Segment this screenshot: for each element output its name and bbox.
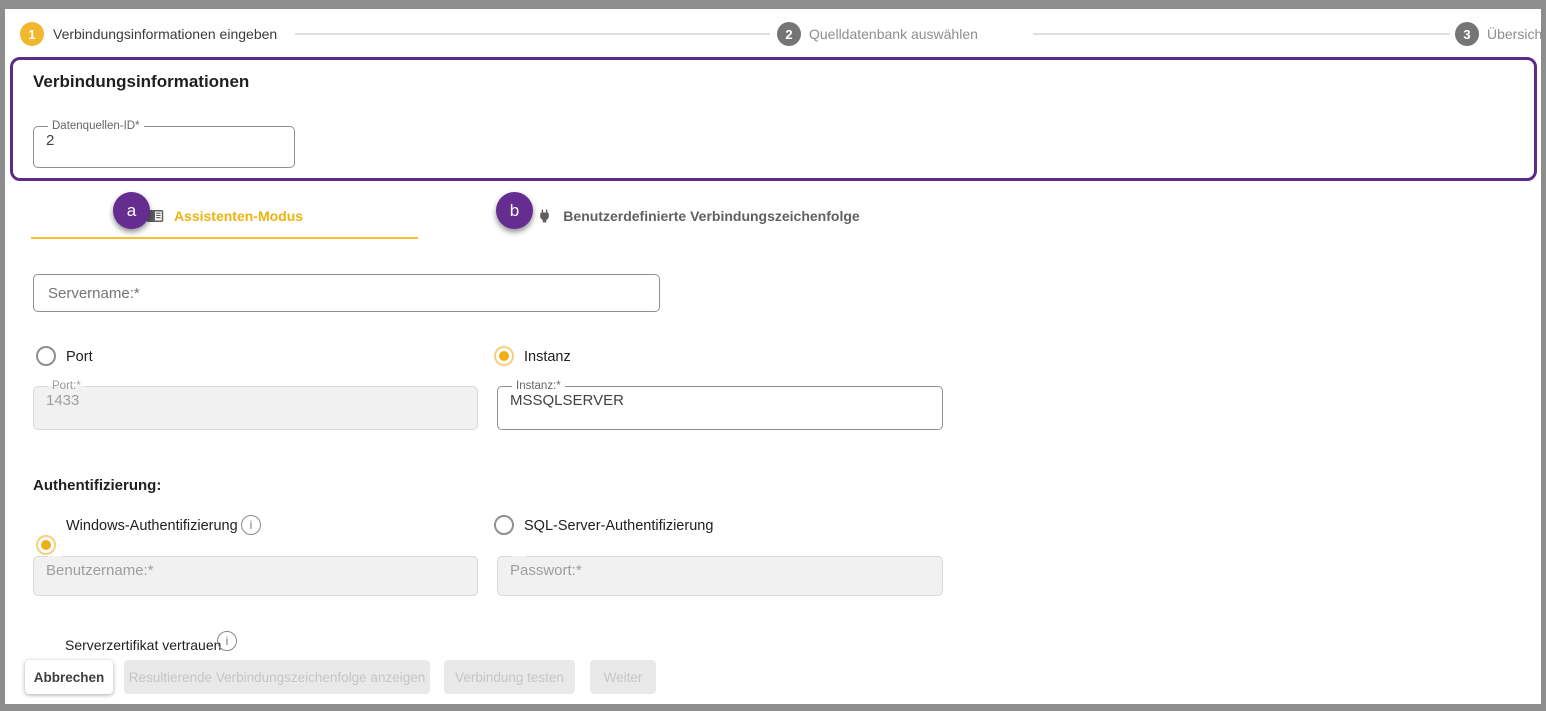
annotation-badge-b: b (496, 192, 533, 229)
instanz-input[interactable] (510, 392, 930, 409)
port-radio[interactable] (36, 346, 56, 366)
sql-auth-radio[interactable] (494, 515, 514, 535)
annotation-badge-a: a (113, 192, 150, 229)
datasource-id-label: Datenquellen-ID* (48, 120, 144, 132)
benutzername-field-notch (48, 550, 62, 562)
step-1-label: Verbindungsinformationen eingeben (53, 22, 277, 46)
stepper-connector-2 (1033, 33, 1450, 35)
step-2-label: Quelldatenbank auswählen (809, 22, 978, 46)
next-button: Weiter (590, 660, 656, 694)
passwort-field (497, 550, 943, 596)
active-tab-indicator (31, 237, 418, 239)
stepper-connector-1 (295, 33, 770, 35)
connection-card-title: Verbindungsinformationen (33, 72, 249, 92)
datasource-id-field[interactable]: Datenquellen-ID* (33, 120, 295, 168)
step-3-badge[interactable]: 3 (1455, 22, 1479, 46)
passwort-input (510, 562, 930, 579)
step-2-badge[interactable]: 2 (777, 22, 801, 46)
windows-auth-info-icon[interactable]: i (241, 515, 261, 535)
benutzername-field (33, 550, 478, 596)
plug-icon (536, 206, 553, 226)
sql-auth-radio-label[interactable]: SQL-Server-Authentifizierung (524, 516, 713, 536)
instanz-radio-label[interactable]: Instanz (524, 347, 571, 367)
port-radio-label[interactable]: Port (66, 347, 93, 367)
cancel-button[interactable]: Abbrechen (25, 660, 113, 694)
port-field: Port:* (33, 380, 478, 430)
wizard-page: 1 Verbindungsinformationen eingeben 2 Qu… (5, 9, 1541, 704)
instanz-field-label: Instanz:* (512, 380, 565, 392)
passwort-field-notch (512, 550, 526, 562)
instanz-field[interactable]: Instanz:* (497, 380, 943, 430)
trust-server-cert-label[interactable]: Serverzertifikat vertrauen (65, 635, 221, 655)
show-connection-string-button: Resultierende Verbindungszeichenfolge an… (124, 660, 430, 694)
benutzername-input (46, 562, 465, 579)
connection-info-card: Verbindungsinformationen Datenquellen-ID… (10, 57, 1537, 181)
tab-assistant-mode[interactable]: Assistenten-Modus (31, 195, 418, 237)
tab-assistant-mode-label: Assistenten-Modus (174, 208, 303, 224)
port-input (46, 392, 465, 409)
auth-section-heading: Authentifizierung: (33, 477, 161, 494)
servername-input[interactable] (33, 274, 660, 312)
trust-server-cert-info-icon[interactable]: i (217, 631, 237, 651)
tab-custom-connection-string-label: Benutzerdefinierte Verbindungszeichenfol… (563, 208, 859, 224)
instanz-radio[interactable] (494, 346, 514, 366)
window-frame: 1 Verbindungsinformationen eingeben 2 Qu… (0, 0, 1546, 711)
windows-auth-radio-label[interactable]: Windows-Authentifizierung (66, 516, 238, 536)
step-3-label: Übersicht (1487, 22, 1541, 46)
port-field-label: Port:* (48, 380, 85, 392)
datasource-id-input[interactable] (46, 132, 282, 149)
step-1-badge[interactable]: 1 (20, 22, 44, 46)
test-connection-button: Verbindung testen (444, 660, 575, 694)
